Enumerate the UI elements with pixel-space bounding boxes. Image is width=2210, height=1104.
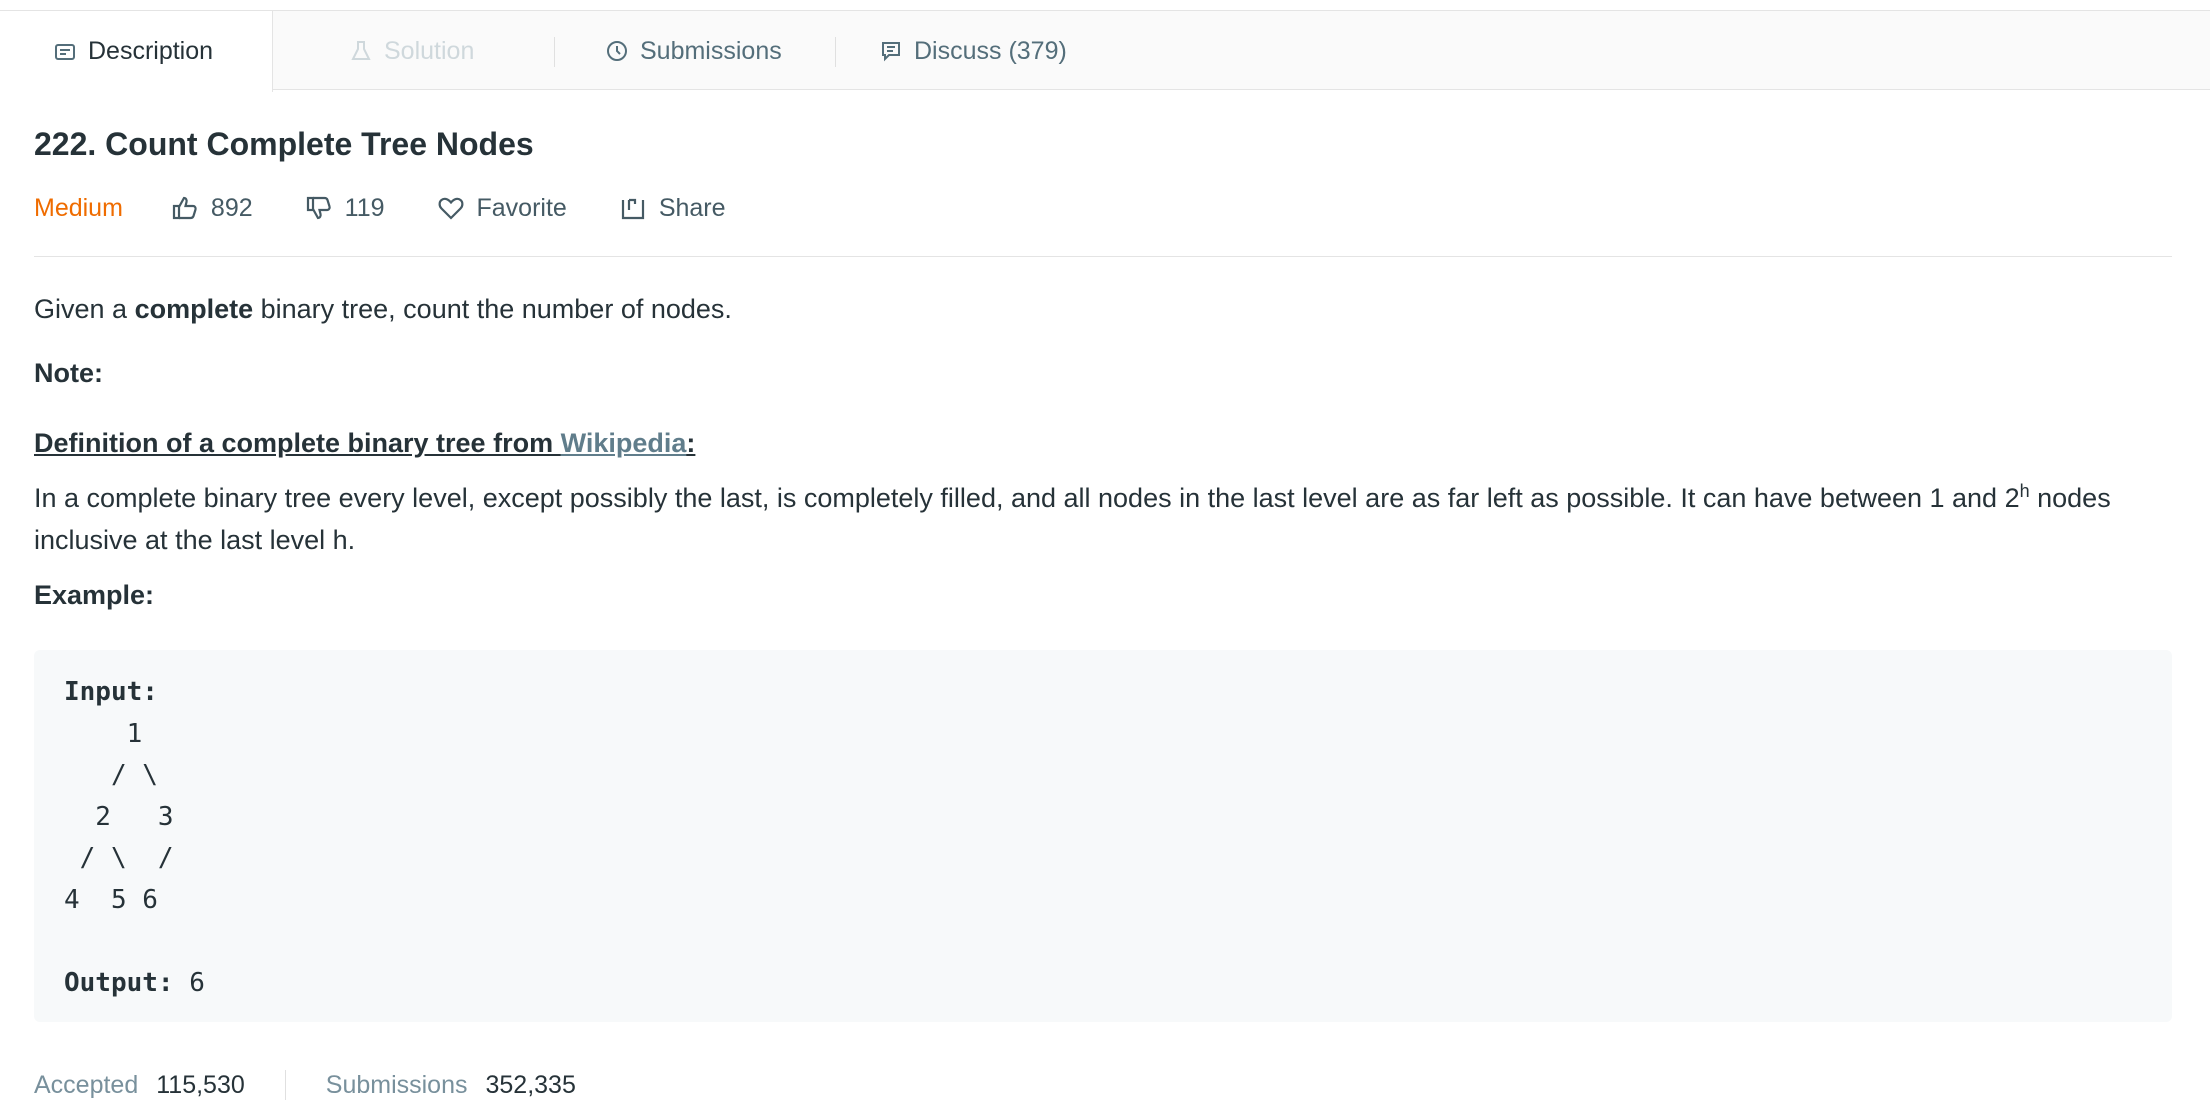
example-label: Example: xyxy=(34,580,155,610)
tab-discuss[interactable]: Discuss (379) xyxy=(880,11,1120,91)
tree-line: 4 5 6 xyxy=(64,884,158,915)
favorite-button[interactable]: Favorite xyxy=(437,194,567,223)
problem-intro: Given a complete binary tree, count the … xyxy=(34,294,732,324)
note-label: Note: xyxy=(34,358,103,388)
like-count: 892 xyxy=(210,193,253,222)
header-divider xyxy=(34,256,2172,257)
thumbs-down-icon xyxy=(306,196,331,220)
example-code: Input: 1 / \ 2 3 / \ / 4 5 6 Output: 6 xyxy=(64,677,205,998)
output-value: 6 xyxy=(173,967,205,998)
submissions-label: Submissions xyxy=(325,1070,468,1099)
difficulty-badge: Medium xyxy=(34,193,123,222)
acceptance-stats: Accepted 115,530 Submissions 352,335 xyxy=(34,1070,576,1100)
accepted-value: 115,530 xyxy=(156,1070,245,1099)
tab-bar: Description Solution Submissions Discuss… xyxy=(0,10,2210,92)
tab-divider xyxy=(554,37,555,67)
problem-page: Description Solution Submissions Discuss… xyxy=(0,0,2210,1104)
tab-description[interactable]: Description xyxy=(0,11,273,92)
dislike-count: 119 xyxy=(344,193,385,222)
description-icon xyxy=(55,43,75,60)
definition-text: In a complete binary tree every level, e… xyxy=(34,481,2111,555)
wikipedia-link[interactable]: Wikipedia xyxy=(561,428,687,458)
tree-line: / \ / xyxy=(64,843,174,873)
problem-meta-bar: Medium 892 119 Favorite Share xyxy=(34,188,778,228)
tree-line: / \ xyxy=(64,760,158,790)
tab-solution[interactable]: Solution xyxy=(350,11,550,91)
dislike-button[interactable]: 119 xyxy=(305,194,385,223)
discuss-icon xyxy=(882,42,900,62)
thumbs-up-icon xyxy=(172,196,197,220)
clock-icon xyxy=(607,41,627,61)
definition-heading: Definition of a complete binary tree fro… xyxy=(34,428,696,458)
tab-submissions[interactable]: Submissions xyxy=(606,11,836,91)
example-code-block: Input: 1 / \ 2 3 / \ / 4 5 6 Output: 6 xyxy=(34,650,2172,1022)
share-icon xyxy=(621,198,644,220)
accepted-label: Accepted xyxy=(34,1070,139,1099)
tab-divider xyxy=(835,37,836,67)
problem-title: 222. Count Complete Tree Nodes xyxy=(34,126,534,162)
submissions-value: 352,335 xyxy=(485,1070,576,1099)
like-button[interactable]: 892 xyxy=(171,194,253,223)
tree-line: 2 3 xyxy=(64,801,174,832)
complete-emphasis: complete xyxy=(134,294,254,324)
stats-divider xyxy=(284,1070,286,1100)
tree-line: 1 xyxy=(64,718,143,749)
flask-icon xyxy=(351,41,371,60)
share-button[interactable]: Share xyxy=(619,194,726,223)
heart-icon xyxy=(438,197,463,220)
